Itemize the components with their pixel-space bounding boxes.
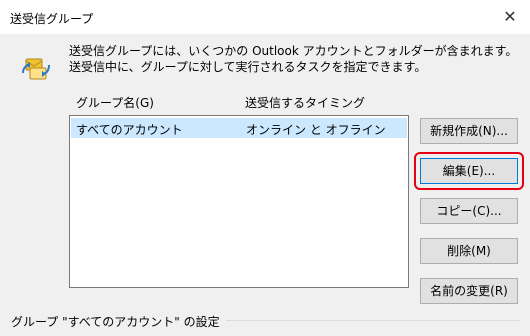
- row-timing: オンライン と オフライン: [246, 123, 386, 137]
- list-row-all-accounts[interactable]: すべてのアカウント オンライン と オフライン: [71, 118, 407, 138]
- rename-button[interactable]: 名前の変更(R): [420, 278, 518, 304]
- group-settings-title: グループ "すべてのアカウント" の設定: [11, 313, 226, 330]
- row-name: すべてのアカウント: [76, 123, 183, 137]
- send-receive-icon: [22, 58, 50, 80]
- title-bar: 送受信グループ ✕: [0, 0, 530, 34]
- column-header-timing: 送受信するタイミング: [245, 96, 366, 110]
- group-list[interactable]: すべてのアカウント オンライン と オフライン: [69, 115, 409, 288]
- window-title: 送受信グループ: [10, 12, 94, 26]
- close-icon[interactable]: ✕: [498, 5, 522, 29]
- new-button[interactable]: 新規作成(N)...: [420, 118, 518, 144]
- copy-button[interactable]: コピー(C)...: [420, 198, 518, 224]
- column-header-group-name: グループ名(G): [76, 96, 154, 110]
- description-text: 送受信グループには、いくつかの Outlook アカウントとフォルダーが含まれま…: [69, 44, 518, 74]
- edit-button-highlight: [414, 152, 524, 190]
- delete-button[interactable]: 削除(M): [420, 238, 518, 264]
